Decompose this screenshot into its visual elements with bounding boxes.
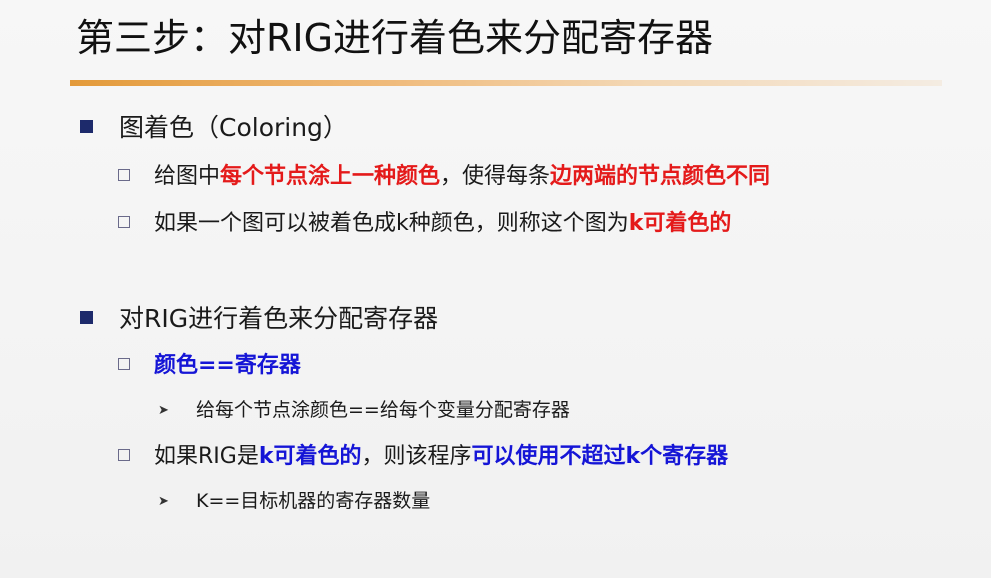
slide: 第三步：对RIG进行着色来分配寄存器 图着色（Coloring） 给图中每个节点…: [0, 0, 991, 578]
section1-item1-text2: ，使得每条: [440, 164, 551, 189]
section1-item2-emphasis: k可着色的: [628, 211, 732, 236]
section1-item2: 如果一个图可以被着色成k种颜色，则称这个图为k可着色的: [118, 208, 731, 240]
filled-square-bullet-icon: [80, 120, 93, 133]
hollow-square-bullet-icon: [118, 169, 130, 181]
filled-square-bullet-icon: [80, 311, 93, 324]
section2-item2: 如果RIG是k可着色的，则该程序可以使用不超过k个寄存器: [118, 441, 728, 473]
section1-item1-text1: 给图中: [154, 164, 221, 189]
section1-heading-row: 图着色（Coloring）: [80, 111, 348, 145]
section2-item2-sub: ➤ K==目标机器的寄存器数量: [158, 487, 430, 516]
section1-item1-emphasis2: 边两端的节点颜色不同: [550, 164, 771, 189]
section2-heading: 对RIG进行着色来分配寄存器: [119, 304, 439, 333]
section2-item2-text2: ，则该程序: [361, 444, 472, 469]
section1-item2-text: 如果一个图可以被着色成k种颜色，则称这个图为: [154, 211, 629, 236]
arrowhead-bullet-icon: ➤: [158, 494, 169, 509]
section2-item2-emphasis1: k可着色的: [258, 444, 362, 469]
section2-heading-row: 对RIG进行着色来分配寄存器: [80, 302, 438, 336]
arrowhead-bullet-icon: ➤: [158, 403, 169, 418]
title-underline: [70, 80, 942, 86]
section1-heading: 图着色（Coloring）: [119, 113, 348, 142]
hollow-square-bullet-icon: [118, 358, 130, 370]
hollow-square-bullet-icon: [118, 449, 130, 461]
slide-title: 第三步：对RIG进行着色来分配寄存器: [76, 16, 714, 60]
section2-item1-sub: ➤ 给每个节点涂颜色==给每个变量分配寄存器: [158, 396, 570, 425]
section1-item1: 给图中每个节点涂上一种颜色，使得每条边两端的节点颜色不同: [118, 161, 770, 193]
section2-item1-sub-text: 给每个节点涂颜色==给每个变量分配寄存器: [196, 399, 570, 421]
section2-item1: 颜色==寄存器: [118, 350, 301, 382]
section2-item1-emphasis: 颜色==寄存器: [154, 353, 301, 378]
hollow-square-bullet-icon: [118, 216, 130, 228]
section2-item2-sub-text: K==目标机器的寄存器数量: [196, 490, 431, 512]
section1-item1-emphasis1: 每个节点涂上一种颜色: [220, 164, 441, 189]
section2-item2-emphasis2: 可以使用不超过k个寄存器: [471, 444, 729, 469]
section2-item2-text1: 如果RIG是: [154, 444, 259, 469]
